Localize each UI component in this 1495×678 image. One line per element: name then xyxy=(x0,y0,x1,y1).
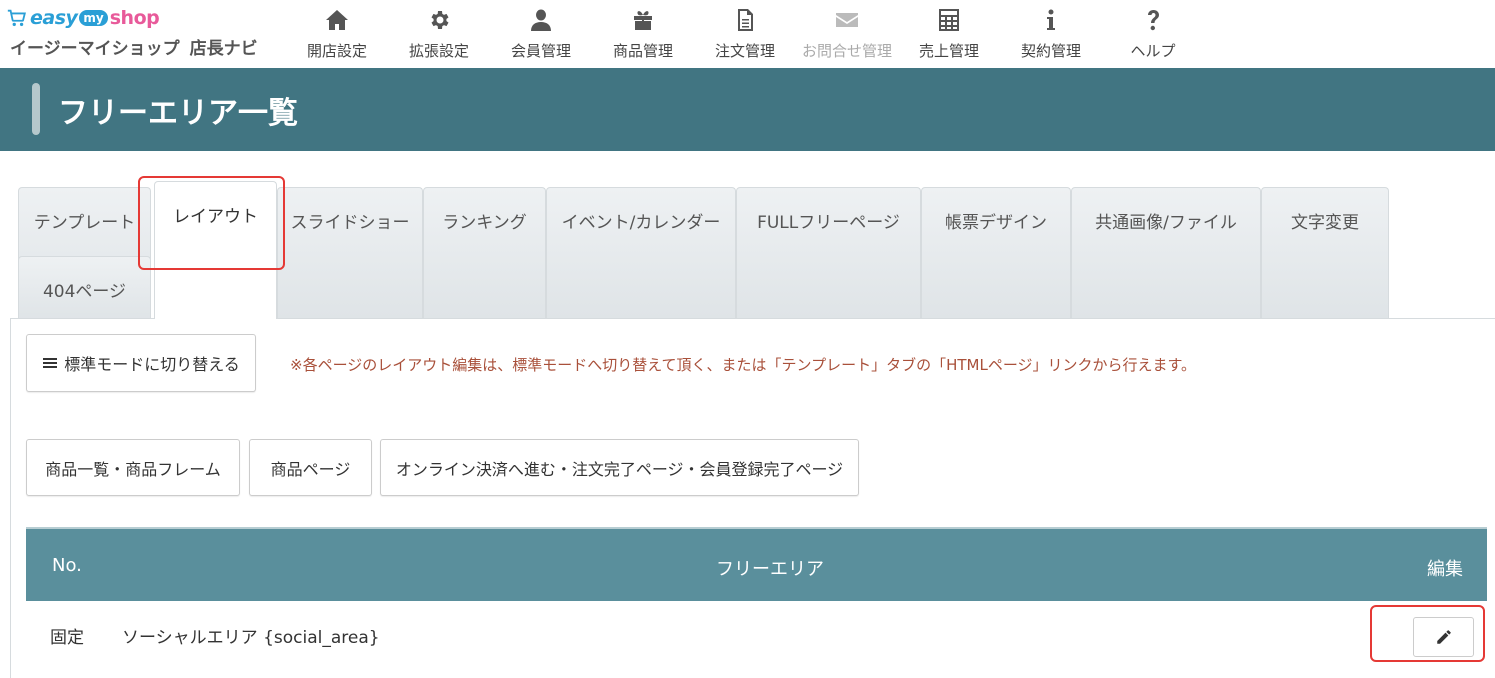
standard-mode-label: 標準モードに切り替える xyxy=(64,355,240,374)
tab-common-files[interactable]: 共通画像/ファイル xyxy=(1071,187,1261,318)
menu-icon xyxy=(43,358,58,368)
nav-item-products[interactable]: 商品管理 xyxy=(592,0,694,68)
nav-item-shop-settings[interactable]: 開店設定 xyxy=(286,0,388,68)
column-header-edit: 編集 xyxy=(1427,559,1463,580)
notice-text: ※各ページのレイアウト編集は、標準モードへ切り替えて頂く、または「テンプレート」… xyxy=(290,356,1197,374)
title-accent xyxy=(32,83,40,135)
nav-item-contract[interactable]: 契約管理 xyxy=(1000,0,1102,68)
info-icon xyxy=(1047,9,1055,30)
logo-navi: 店長ナビ xyxy=(189,39,258,59)
edit-button[interactable] xyxy=(1413,617,1474,657)
envelope-icon xyxy=(836,13,858,27)
cart-icon xyxy=(7,9,26,27)
nav-item-help[interactable]: ヘルプ xyxy=(1102,0,1204,68)
tab-label: 404ページ xyxy=(42,282,127,302)
product-page-button[interactable]: 商品ページ xyxy=(249,439,372,496)
nav-item-label: ヘルプ xyxy=(1130,42,1176,60)
tab-form-design[interactable]: 帳票デザイン xyxy=(921,187,1071,318)
nav-item-members[interactable]: 会員管理 xyxy=(490,0,592,68)
page-title: フリーエリア一覧 xyxy=(58,96,298,131)
button-label: 商品一覧・商品フレーム xyxy=(45,459,221,479)
user-icon xyxy=(531,9,551,31)
row-no: 固定 xyxy=(50,628,84,648)
tab-full-free-page[interactable]: FULLフリーページ xyxy=(736,187,921,318)
logo[interactable]: easy my shop イージーマイショップ 店長ナビ xyxy=(6,4,266,64)
pencil-icon xyxy=(1436,630,1451,644)
document-icon xyxy=(738,9,753,31)
logo-shop: shop xyxy=(109,7,160,29)
button-label: 商品ページ xyxy=(270,459,351,479)
gift-icon xyxy=(634,11,652,30)
product-list-frame-button[interactable]: 商品一覧・商品フレーム xyxy=(26,439,240,496)
tab-slideshow[interactable]: スライドショー xyxy=(277,187,423,318)
tab-ranking[interactable]: ランキング xyxy=(423,187,546,318)
tab-404-page[interactable]: 404ページ xyxy=(18,256,151,320)
button-label: オンライン決済へ進む・注文完了ページ・会員登録完了ページ xyxy=(395,459,844,479)
tab-label: FULLフリーページ xyxy=(757,213,900,233)
tab-label: スライドショー xyxy=(290,213,410,233)
nav-item-label: 注文管理 xyxy=(714,42,775,60)
logo-my: my xyxy=(79,10,108,26)
nav-item-label: 会員管理 xyxy=(510,42,571,60)
column-header-free-area: フリーエリア xyxy=(716,559,824,580)
nav-item-label: 商品管理 xyxy=(612,42,673,60)
nav-item-label: 拡張設定 xyxy=(408,42,469,60)
tab-label: レイアウト xyxy=(173,207,258,227)
tab-label: ランキング xyxy=(442,213,527,233)
tab-event-calendar[interactable]: イベント/カレンダー xyxy=(546,187,736,318)
nav-item-label: 売上管理 xyxy=(918,42,979,60)
standard-mode-button[interactable]: 標準モードに切り替える xyxy=(26,334,256,392)
logo-subtitle: イージーマイショップ xyxy=(10,39,180,59)
checkout-complete-pages-button[interactable]: オンライン決済へ進む・注文完了ページ・会員登録完了ページ xyxy=(380,439,859,496)
gear-icon xyxy=(431,11,449,29)
tab-label: 共通画像/ファイル xyxy=(1095,213,1237,233)
question-icon xyxy=(1148,10,1159,31)
nav-item-orders[interactable]: 注文管理 xyxy=(694,0,796,68)
table-header: No. フリーエリア 編集 xyxy=(26,527,1487,601)
nav-item-label: 契約管理 xyxy=(1020,42,1081,60)
main-nav: 開店設定 拡張設定 会員管理 商品管理 注文管理 お問合せ管理 売上管理 契約管… xyxy=(286,0,1204,68)
nav-item-sales[interactable]: 売上管理 xyxy=(898,0,1000,68)
tab-label: イベント/カレンダー xyxy=(561,213,721,233)
nav-item-inquiries[interactable]: お問合せ管理 xyxy=(796,0,898,68)
table-row: 固定 ソーシャルエリア {social_area} xyxy=(26,601,1487,666)
nav-item-label: 開店設定 xyxy=(306,42,367,60)
column-header-no: No. xyxy=(52,555,82,576)
app-header: easy my shop イージーマイショップ 店長ナビ 開店設定 拡張設定 会員… xyxy=(0,0,1495,68)
tab-layout[interactable]: レイアウト xyxy=(154,181,277,319)
tab-text-change[interactable]: 文字変更 xyxy=(1261,187,1389,318)
logo-easy: easy xyxy=(30,7,78,29)
nav-item-label: お問合せ管理 xyxy=(801,42,892,60)
page-title-bar: フリーエリア一覧 xyxy=(0,68,1495,151)
home-icon xyxy=(326,10,348,30)
calculator-icon xyxy=(939,9,959,31)
tab-label: 文字変更 xyxy=(1291,213,1359,233)
tab-label: 帳票デザイン xyxy=(945,213,1047,233)
row-free-area: ソーシャルエリア {social_area} xyxy=(122,628,380,648)
nav-item-extended-settings[interactable]: 拡張設定 xyxy=(388,0,490,68)
